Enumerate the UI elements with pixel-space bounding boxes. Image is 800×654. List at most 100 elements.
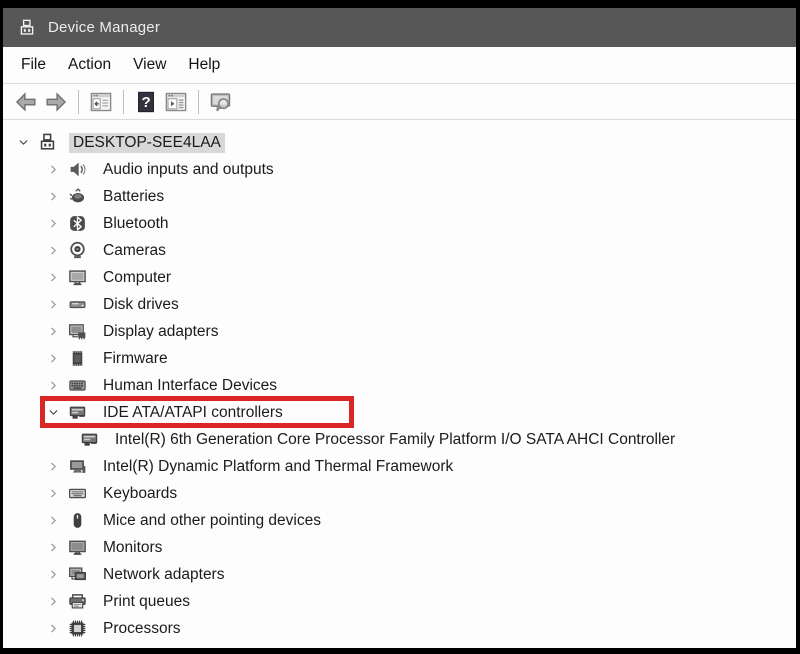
tree-item-desktop-see4laa[interactable]: DESKTOP-SEE4LAA [3,129,796,156]
chevron-down-icon[interactable] [15,135,31,151]
tree-item-label: Firmware [99,349,172,369]
hid-icon [67,376,87,396]
chevron-right-icon[interactable] [45,540,61,556]
device-manager-window: Device Manager FileActionViewHelp ? DESK… [3,8,796,648]
tree-item-keyboards[interactable]: Keyboards [3,480,796,507]
computer-device-icon [37,133,57,153]
svg-text:?: ? [142,94,151,111]
network-adapter-icon [67,565,87,585]
help-icon: ? [135,91,157,113]
chevron-right-icon[interactable] [45,594,61,610]
computer-icon [67,268,87,288]
chevron-right-icon[interactable] [45,459,61,475]
chevron-right-icon[interactable] [45,297,61,313]
chevron-right-icon[interactable] [45,567,61,583]
tree-item-label: Keyboards [99,484,181,504]
tree-item-label: Intel(R) Dynamic Platform and Thermal Fr… [99,457,457,477]
speaker-icon [67,160,87,180]
chevron-right-icon[interactable] [45,513,61,529]
tree-item-label: DESKTOP-SEE4LAA [69,133,225,153]
tree-item-label: Mice and other pointing devices [99,511,325,531]
tree-item-label: Batteries [99,187,168,207]
tree-item-label: Monitors [99,538,166,558]
tree-item-bluetooth[interactable]: Bluetooth [3,210,796,237]
tree-item-label: Display adapters [99,322,222,342]
tree-item-label: Human Interface Devices [99,376,281,396]
tree-item-monitors[interactable]: Monitors [3,534,796,561]
show-console-tree-button[interactable] [87,88,115,116]
battery-icon [67,187,87,207]
tree-item-human-interface-devices[interactable]: Human Interface Devices [3,372,796,399]
chevron-right-icon[interactable] [45,270,61,286]
help-button[interactable]: ? [132,88,160,116]
tree-item-label: Disk drives [99,295,183,315]
tree-item-batteries[interactable]: Batteries [3,183,796,210]
tree-item-label: Bluetooth [99,214,173,234]
toolbar-separator [78,90,79,114]
chevron-right-icon[interactable] [45,243,61,259]
forward-arrow-icon [45,91,67,113]
show-action-pane-button[interactable] [162,88,190,116]
tree-item-label: Computer [99,268,175,288]
title-bar: Device Manager [3,8,796,47]
processor-icon [67,619,87,639]
chevron-right-icon[interactable] [45,621,61,637]
security-icon [67,646,87,649]
toolbar-separator [198,90,199,114]
forward-button[interactable] [42,88,70,116]
action-pane-icon [165,91,187,113]
chevron-down-icon[interactable] [45,405,61,421]
bluetooth-icon [67,214,87,234]
toolbar: ? [3,84,796,120]
display-adapter-icon [67,322,87,342]
tree-item-label: Audio inputs and outputs [99,160,278,180]
screenshot-frame: Device Manager FileActionViewHelp ? DESK… [0,0,800,654]
tree-item-display-adapters[interactable]: Display adapters [3,318,796,345]
device-tree: DESKTOP-SEE4LAA Audio inputs and outputs B… [3,120,796,648]
camera-icon [67,241,87,261]
mouse-icon [67,511,87,531]
menu-bar: FileActionViewHelp [3,47,796,84]
tree-item-intel-r-6th-generation-core-processor-family-platform-i-o-sata-ahci-controller[interactable]: Intel(R) 6th Generation Core Processor F… [3,426,796,453]
chevron-right-icon[interactable] [45,189,61,205]
chevron-right-icon[interactable] [45,351,61,367]
tree-item-intel-r-dynamic-platform-and-thermal-framework[interactable]: Intel(R) Dynamic Platform and Thermal Fr… [3,453,796,480]
chevron-right-icon[interactable] [45,216,61,232]
chevron-right-icon[interactable] [45,324,61,340]
tree-item-audio-inputs-and-outputs[interactable]: Audio inputs and outputs [3,156,796,183]
printer-icon [67,592,87,612]
thermal-framework-icon [67,457,87,477]
chevron-right-icon[interactable] [45,486,61,502]
tree-item-label: IDE ATA/ATAPI controllers [99,403,287,423]
console-tree-icon [90,91,112,113]
window-title: Device Manager [48,19,160,36]
scan-hardware-changes-button[interactable] [207,88,235,116]
tree-item-label: Intel(R) 6th Generation Core Processor F… [111,430,679,450]
tree-item-cameras[interactable]: Cameras [3,237,796,264]
menu-action[interactable]: Action [57,51,122,79]
toolbar-separator [123,90,124,114]
tree-item-processors[interactable]: Processors [3,615,796,642]
tree-item-computer[interactable]: Computer [3,264,796,291]
tree-item-label: Network adapters [99,565,228,585]
tree-item-disk-drives[interactable]: Disk drives [3,291,796,318]
tree-item-firmware[interactable]: Firmware [3,345,796,372]
menu-view[interactable]: View [122,51,177,79]
chevron-right-icon[interactable] [45,162,61,178]
chevron-right-icon[interactable] [45,378,61,394]
ide-controller-icon [79,430,99,450]
tree-item-label: Cameras [99,241,170,261]
menu-file[interactable]: File [10,51,57,79]
device-manager-icon [18,19,36,37]
menu-help[interactable]: Help [177,51,231,79]
back-button[interactable] [12,88,40,116]
tree-item-security-devices[interactable]: Security devices [3,642,796,648]
back-arrow-icon [15,91,37,113]
tree-item-mice-and-other-pointing-devices[interactable]: Mice and other pointing devices [3,507,796,534]
tree-item-ide-ata-atapi-controllers[interactable]: IDE ATA/ATAPI controllers [3,399,796,426]
chevron-right-icon[interactable] [45,648,61,649]
monitor-icon [67,538,87,558]
tree-item-print-queues[interactable]: Print queues [3,588,796,615]
tree-item-network-adapters[interactable]: Network adapters [3,561,796,588]
ide-controller-icon [67,403,87,423]
